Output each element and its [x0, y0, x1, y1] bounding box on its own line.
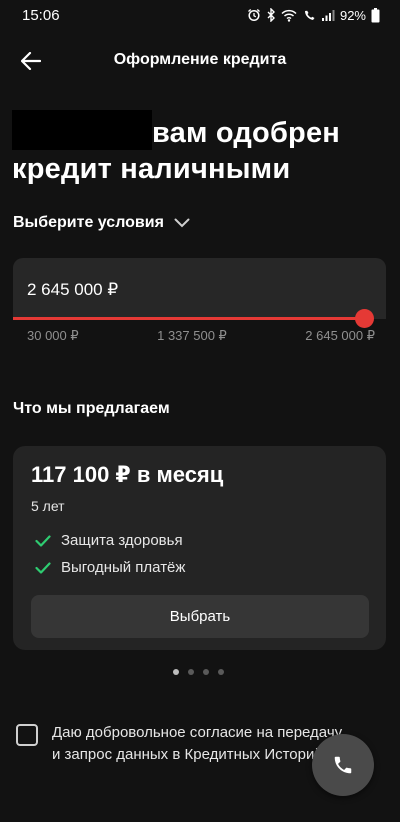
benefit-item: Защита здоровья: [35, 532, 183, 549]
battery-icon: [371, 7, 380, 23]
amount-slider-track[interactable]: [13, 317, 364, 320]
call-button[interactable]: [312, 734, 374, 796]
amount-slider-thumb[interactable]: [355, 309, 374, 328]
check-icon: [35, 534, 51, 547]
status-icons: 92%: [247, 7, 380, 23]
select-offer-button[interactable]: Выбрать: [31, 595, 369, 638]
bluetooth-icon: [266, 8, 276, 22]
check-icon: [35, 561, 51, 574]
slider-max-label: 2 645 000 ₽: [305, 328, 375, 343]
page-dot[interactable]: [188, 669, 194, 675]
wifi-calling-icon: [302, 9, 316, 22]
consent-checkbox[interactable]: [16, 724, 38, 746]
signal-icon: [321, 9, 335, 22]
battery-level: 92%: [339, 7, 366, 23]
benefit-label: Выгодный платёж: [61, 559, 186, 576]
consent-text: Даю добровольное согласие на передачу и …: [52, 724, 343, 763]
offer-price: 117 100 ₽ в месяц: [31, 462, 224, 487]
carousel-pagination: [173, 669, 224, 675]
arrow-left-icon: [21, 52, 41, 70]
amount-value: 2 645 000 ₽: [27, 280, 119, 299]
status-time: 15:06: [22, 6, 60, 24]
conditions-label: Выберите условия: [13, 214, 164, 231]
page-dot[interactable]: [203, 669, 209, 675]
back-button[interactable]: [14, 44, 48, 78]
benefit-label: Защита здоровья: [61, 532, 183, 549]
offers-section-title: Что мы предлагаем: [13, 400, 170, 417]
chevron-down-icon: [174, 218, 190, 228]
app-header: Оформление кредита: [0, 38, 400, 82]
benefit-item: Выгодный платёж: [35, 559, 185, 576]
hero: вам одобрен кредит наличными: [12, 110, 372, 187]
page-dot-active[interactable]: [173, 669, 179, 675]
slider-labels: 30 000 ₽ 1 337 500 ₽ 2 645 000 ₽: [27, 328, 375, 344]
amount-field[interactable]: 2 645 000 ₽: [13, 258, 386, 319]
phone-icon: [334, 756, 352, 774]
page-title: Оформление кредита: [113, 51, 287, 68]
redacted-name: [12, 110, 152, 150]
page-dot[interactable]: [218, 669, 224, 675]
wifi-icon: [281, 9, 297, 22]
offer-term: 5 лет: [31, 498, 65, 514]
slider-min-label: 30 000 ₽: [27, 328, 79, 343]
conditions-toggle[interactable]: Выберите условия: [13, 214, 190, 232]
alarm-icon: [247, 8, 261, 22]
slider-mid-label: 1 337 500 ₽: [157, 328, 227, 343]
status-bar: 15:06 92%: [0, 0, 400, 30]
offer-card: 117 100 ₽ в месяц 5 лет Защита здоровья …: [13, 446, 386, 650]
